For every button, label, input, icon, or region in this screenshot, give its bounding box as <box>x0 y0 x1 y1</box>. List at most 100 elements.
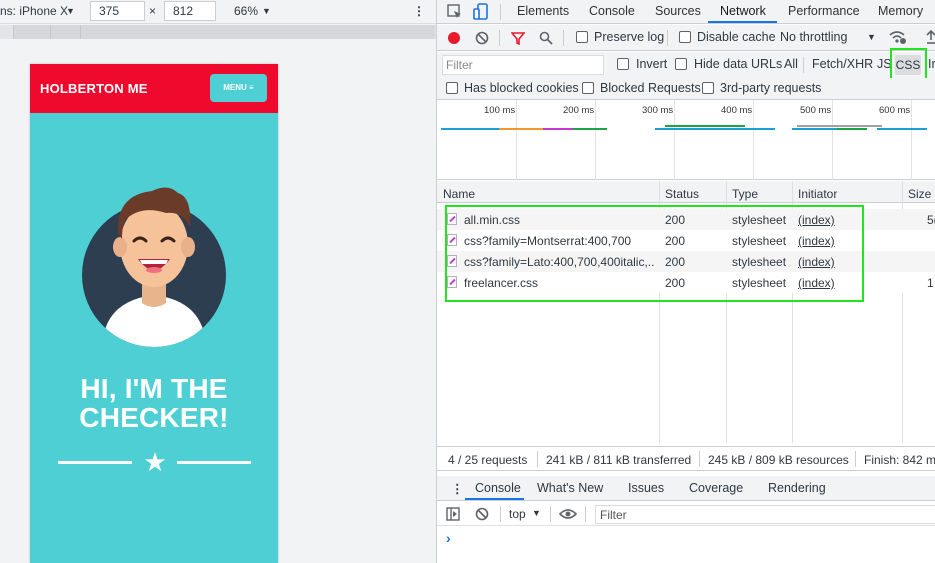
column-header-initiator[interactable]: Initiator <box>798 187 837 201</box>
timeline-gridline <box>753 100 754 180</box>
timeline-tick: 300 ms <box>642 105 674 116</box>
console-prompt[interactable]: › <box>446 530 451 546</box>
inspect-element-icon[interactable] <box>447 4 463 20</box>
timeline-gridline <box>674 100 675 180</box>
timeline-bar <box>665 125 745 127</box>
filter-type-fetch-xhr[interactable]: Fetch/XHR <box>812 57 873 71</box>
column-header-status[interactable]: Status <box>665 187 699 201</box>
media-query-ruler[interactable] <box>0 25 436 39</box>
divider-line-left <box>58 461 132 464</box>
devtools-panel: Elements Console Sources Network Perform… <box>436 0 935 563</box>
eye-icon[interactable] <box>559 508 577 520</box>
timeline-tick: 500 ms <box>800 105 832 116</box>
timeline-bar <box>877 128 927 130</box>
tab-performance[interactable]: Performance <box>788 4 860 18</box>
timeline-tick: 600 ms <box>879 105 911 116</box>
timeline-gridline <box>595 100 596 180</box>
context-select[interactable]: top <box>509 507 526 521</box>
star-divider: ★ <box>58 447 251 477</box>
css-filter-highlight <box>890 48 927 80</box>
disable-cache-label[interactable]: Disable cache <box>697 30 776 44</box>
disable-cache-checkbox[interactable] <box>679 31 691 43</box>
column-header-name[interactable]: Name <box>443 187 475 201</box>
device-height-input[interactable]: 812 <box>164 1 216 21</box>
console-separator <box>585 506 586 522</box>
preserve-log-label[interactable]: Preserve log <box>594 30 664 44</box>
blocked-requests-label[interactable]: Blocked Requests <box>600 81 701 95</box>
device-select[interactable]: ns: iPhone X <box>0 4 68 18</box>
column-header-size[interactable]: Size <box>908 187 931 201</box>
record-icon[interactable] <box>447 31 461 45</box>
preserve-log-checkbox[interactable] <box>576 31 588 43</box>
timeline-bar <box>543 128 573 130</box>
resources-size: 245 kB / 809 kB resources <box>708 453 849 467</box>
sidebar-toggle-icon[interactable] <box>446 507 460 521</box>
drawer-tab-coverage[interactable]: Coverage <box>689 481 743 495</box>
filter-input[interactable]: Filter <box>442 55 604 75</box>
console-separator <box>500 506 501 522</box>
transferred-size: 241 kB / 811 kB transferred <box>546 453 692 467</box>
tab-console[interactable]: Console <box>589 4 635 18</box>
hide-data-urls-checkbox[interactable] <box>675 58 687 70</box>
context-chevron-down-icon[interactable]: ▼ <box>532 508 541 518</box>
dimension-times: × <box>149 4 157 18</box>
page-navbar: HOLBERTON ME MENU ≡ <box>30 64 278 113</box>
throttling-chevron-down-icon[interactable]: ▼ <box>867 32 876 42</box>
avatar-ear-right <box>181 237 195 257</box>
drawer-menu-icon[interactable]: ⋮ <box>451 481 464 496</box>
invert-checkbox[interactable] <box>617 58 629 70</box>
avatar-teeth <box>140 260 168 264</box>
clear-console-icon[interactable] <box>475 507 489 521</box>
zoom-chevron-down-icon[interactable]: ▼ <box>262 6 271 16</box>
blocked-requests-checkbox[interactable] <box>582 82 594 94</box>
filter-type-all[interactable]: All <box>784 57 798 71</box>
has-blocked-cookies-label[interactable]: Has blocked cookies <box>464 81 579 95</box>
brand-logo[interactable]: HOLBERTON ME <box>40 81 148 96</box>
tab-separator <box>500 4 501 20</box>
timeline-bar <box>573 128 607 130</box>
zoom-select[interactable]: 66% <box>234 4 258 18</box>
tab-elements[interactable]: Elements <box>517 4 569 18</box>
tab-sources[interactable]: Sources <box>655 4 701 18</box>
clear-icon[interactable] <box>475 31 489 45</box>
ruler-segment[interactable] <box>80 25 340 39</box>
device-width-input[interactable]: 375 <box>90 1 145 21</box>
drawer-active-tab-indicator <box>465 498 524 500</box>
search-icon[interactable] <box>539 31 553 45</box>
network-conditions-icon[interactable] <box>889 30 906 45</box>
throttling-select[interactable]: No throttling <box>780 30 847 44</box>
hide-data-urls-label[interactable]: Hide data URLs <box>694 57 782 71</box>
filter-separator <box>803 57 804 73</box>
drawer-tab-issues[interactable]: Issues <box>628 481 664 495</box>
console-filter-input[interactable]: Filter <box>595 505 935 524</box>
console-toolbar: top ▼ Filter <box>437 502 935 526</box>
filter-icon[interactable] <box>511 31 525 45</box>
menu-button[interactable]: MENU ≡ <box>210 74 267 102</box>
drawer-tab-whats-new[interactable]: What's New <box>537 481 603 495</box>
network-summary-bar: 4 / 25 requests 241 kB / 811 kB transfer… <box>437 446 935 471</box>
hero-heading: HI, I'M THE CHECKER! <box>79 373 229 433</box>
more-options-icon[interactable]: ⋮ <box>413 4 425 18</box>
third-party-checkbox[interactable] <box>702 82 714 94</box>
import-har-icon[interactable] <box>926 30 935 45</box>
network-overview-timeline[interactable]: 100 ms 200 ms 300 ms 400 ms 500 ms 600 m… <box>437 100 935 180</box>
timeline-tick: 200 ms <box>563 105 595 116</box>
tab-network[interactable]: Network <box>720 4 766 18</box>
third-party-label[interactable]: 3rd-party requests <box>720 81 821 95</box>
drawer-tab-console[interactable]: Console <box>475 481 521 495</box>
avatar-ear-left <box>113 237 127 257</box>
tab-memory[interactable]: Memory <box>878 4 923 18</box>
timeline-tick: 100 ms <box>484 105 516 116</box>
request-table-header: Name Status Type Initiator Size <box>437 181 935 203</box>
timeline-bar <box>441 128 499 130</box>
star-icon: ★ <box>143 447 167 477</box>
device-toggle-icon[interactable] <box>473 3 489 21</box>
device-chevron-down-icon[interactable]: ▼ <box>66 6 75 16</box>
timeline-bar <box>797 125 882 127</box>
invert-label[interactable]: Invert <box>636 57 667 71</box>
summary-separator <box>855 451 856 467</box>
column-header-type[interactable]: Type <box>732 187 758 201</box>
drawer-tab-rendering[interactable]: Rendering <box>768 481 826 495</box>
filter-type-img[interactable]: Ir <box>928 57 935 71</box>
has-blocked-cookies-checkbox[interactable] <box>446 82 458 94</box>
